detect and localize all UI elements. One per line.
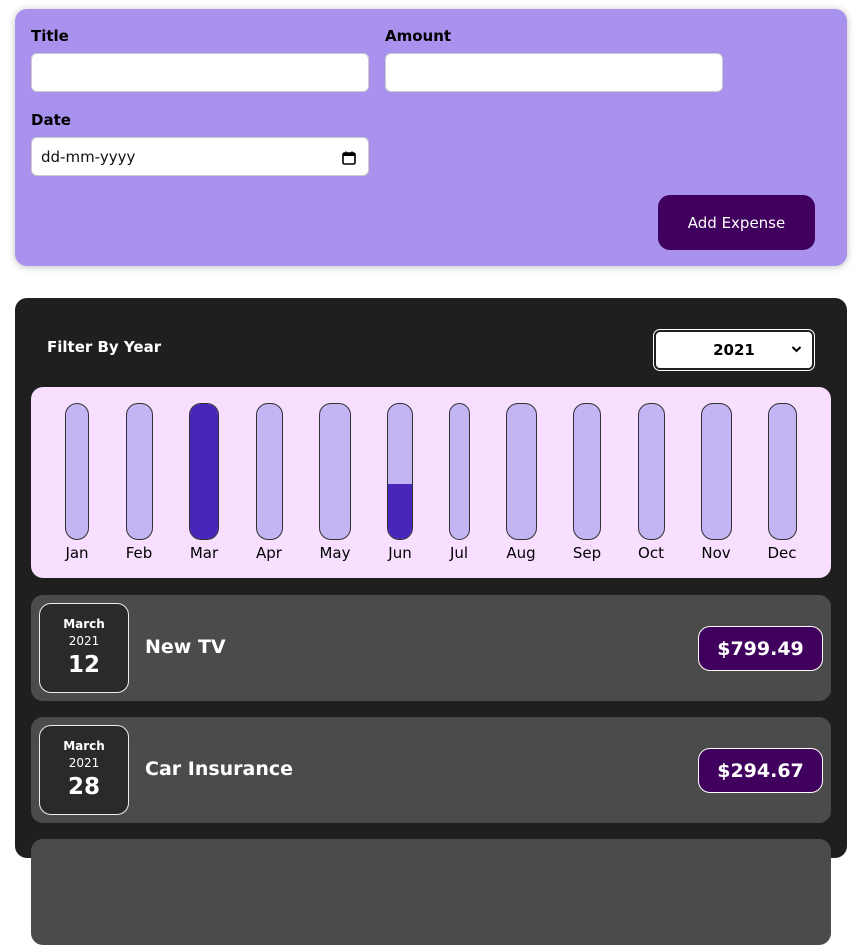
date-placeholder: dd-mm-yyyy: [41, 148, 136, 166]
selected-year: 2021: [713, 341, 755, 359]
chart-bar-track: [700, 403, 732, 540]
chart-bar-track: [637, 403, 665, 540]
chart-bar-track: [387, 403, 413, 540]
chart-bar-track: [65, 403, 89, 540]
chart-bar-label: Aug: [506, 544, 536, 562]
expense-date: March 2021 28: [39, 725, 129, 815]
chart-bar-label: Feb: [125, 544, 153, 562]
chart-bar-label: Jan: [65, 544, 89, 562]
expense-amount: $799.49: [698, 626, 823, 671]
chart-bar-track: [767, 403, 797, 540]
chart-bar-label: Nov: [701, 544, 731, 562]
chevron-down-icon: [791, 346, 802, 353]
chart-bar-label: Jun: [388, 544, 412, 562]
title-field-group: Title: [31, 26, 369, 92]
amount-label: Amount: [385, 27, 452, 45]
expense-day: 28: [67, 774, 100, 800]
expense-title: New TV: [145, 636, 226, 658]
chart-bar-track: [505, 403, 537, 540]
chart-bar-fill: [388, 483, 412, 539]
expense-amount: $294.67: [698, 748, 823, 793]
expenses-chart: Jan Feb Mar Apr May Jun Jul Aug Sep Oct Nov Dec: [31, 387, 831, 578]
chart-bar-track: [255, 403, 283, 540]
year-select[interactable]: 2021: [653, 329, 815, 371]
chart-bar-track: [125, 403, 153, 540]
chart-bar-label: Mar: [189, 544, 219, 562]
expense-item: [31, 839, 831, 945]
expense-day: 12: [67, 652, 100, 678]
expense-title: Car Insurance: [145, 758, 294, 780]
chart-bar-fill: [190, 404, 218, 539]
filter-label: Filter By Year: [47, 338, 162, 356]
new-expense-form: Title Amount Date dd-mm-yyyy Add Expense: [15, 9, 847, 266]
chart-bar-label: Oct: [638, 544, 664, 562]
chart-bar-label: Apr: [256, 544, 282, 562]
chart-bar-track: [573, 403, 601, 540]
expense-year: 2021: [68, 756, 100, 770]
expense-item: March 2021 28 Car Insurance $294.67: [31, 717, 831, 823]
expenses-card: Filter By Year 2021 Jan Feb Mar Apr May Jun Ju…: [15, 298, 847, 945]
chart-bar-track: [319, 403, 351, 540]
amount-input[interactable]: [385, 53, 723, 92]
date-label: Date: [31, 111, 71, 129]
chart-bar-label: Sep: [572, 544, 602, 562]
chart-bar-label: May: [319, 544, 351, 562]
chart-bar-label: Dec: [767, 544, 797, 562]
expense-month: March: [63, 739, 105, 753]
expense-month: March: [63, 617, 105, 631]
chart-bar-track: [448, 403, 470, 540]
title-label: Title: [31, 27, 69, 45]
date-input[interactable]: dd-mm-yyyy: [31, 137, 369, 176]
expense-date: March 2021 12: [39, 603, 129, 693]
chart-bar-track: [189, 403, 219, 540]
chart-bar-label: Jul: [449, 544, 469, 562]
expense-item: March 2021 12 New TV $799.49: [31, 595, 831, 701]
title-input[interactable]: [31, 53, 369, 92]
amount-field-group: Amount: [385, 26, 723, 92]
add-expense-button[interactable]: Add Expense: [658, 195, 815, 250]
date-field-group: Date dd-mm-yyyy: [31, 110, 369, 176]
expense-year: 2021: [68, 634, 100, 648]
calendar-icon[interactable]: [342, 151, 356, 165]
